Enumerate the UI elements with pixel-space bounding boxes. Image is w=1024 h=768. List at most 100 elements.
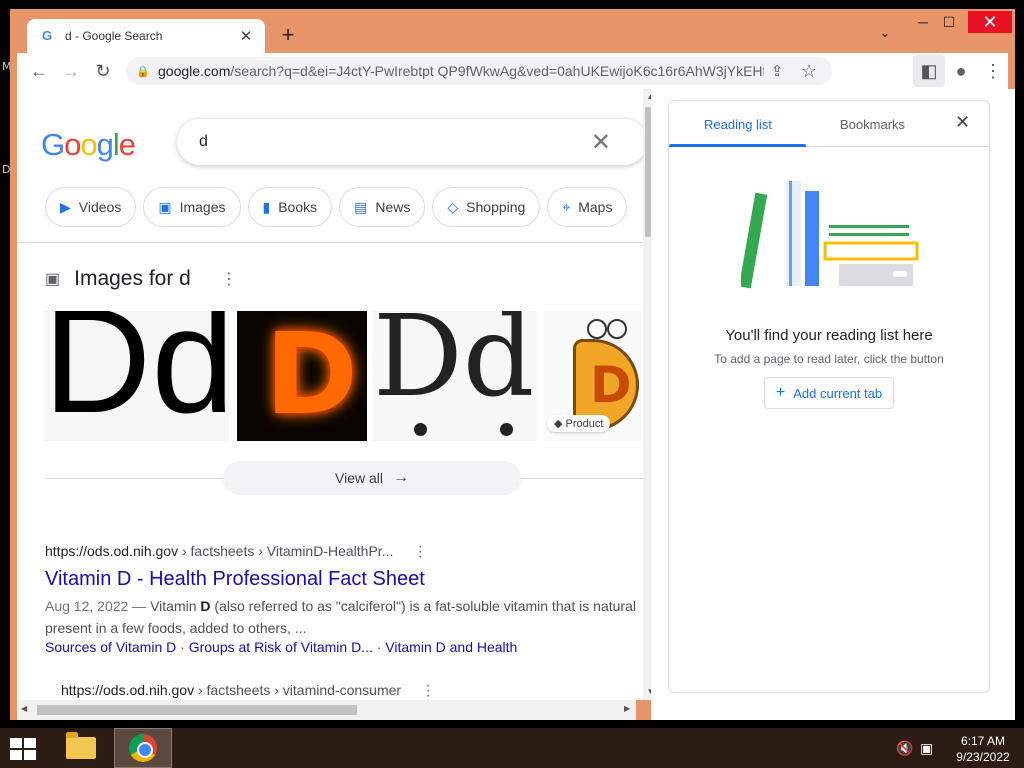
lock-icon[interactable]: 🔒 [136,65,150,78]
images-heading[interactable]: Images for d [74,267,191,291]
chip-label: Books [278,199,318,215]
shopping-icon: ◇ [447,198,459,215]
arrow-right-icon: → [393,469,409,486]
chip-news[interactable]: ▤ News [339,187,426,227]
side-panel-icon[interactable]: ◧ [913,55,945,87]
sitelink-separator: · [176,639,189,655]
tab-title: d - Google Search [65,29,163,43]
view-all-label: View all [335,470,383,486]
dot-mark [500,423,513,436]
logo-letter: e [118,127,136,162]
chip-label: Videos [78,199,122,215]
scrollbar-thumb[interactable] [37,705,357,715]
image-thumbnail[interactable]: D ◆ Product [543,311,643,441]
search-input[interactable]: d [199,133,591,151]
result-title-link[interactable]: Vitamin D - Health Professional Fact She… [45,568,425,591]
chip-label: Maps [578,199,613,215]
google-logo[interactable]: Google [41,127,136,163]
chrome-taskbar-button[interactable] [114,728,172,768]
sitelink[interactable]: Groups at Risk of Vitamin D... [189,639,373,655]
chip-label: News [375,199,411,215]
search-box[interactable]: d ✕ [177,119,647,165]
chip-maps[interactable]: ⌖ Maps [547,187,628,227]
snippet-bold: D [200,598,211,614]
result-cite[interactable]: https://ods.od.nih.gov › factsheets › vi… [61,682,435,699]
chip-label: Images [179,199,226,215]
scroll-left-icon[interactable]: ◀ [21,704,27,713]
chip-books[interactable]: ▮ Books [247,187,333,227]
taskbar: 🔇 ▣ 6:17 AM 9/23/2022 [0,728,1024,768]
product-badge: ◆ Product [547,415,611,432]
vertical-scrollbar[interactable]: ▲ ▼ [643,89,651,700]
windows-start-icon[interactable] [10,738,38,760]
sitelink[interactable]: Vitamin D and Health [385,639,517,655]
logo-letter: G [41,127,65,162]
taskbar-clock[interactable]: 6:17 AM 9/23/2022 [950,733,1016,765]
reload-icon[interactable]: ↻ [87,55,119,87]
sitelink[interactable]: Sources of Vitamin D [45,639,176,655]
snippet-text: Vitamin [150,598,201,614]
url-text[interactable]: google.com/search?q=d&ei=J4ctY-PwIrebtpt… [158,63,764,79]
horizontal-scrollbar[interactable]: ◀ ▶ [17,700,636,720]
result-host: https://ods.od.nih.gov [61,682,195,698]
scroll-down-icon[interactable]: ▼ [643,687,651,696]
file-explorer-taskbar-button[interactable] [52,728,110,768]
search-results-page: Google d ✕ ▶ Videos ▣ Images ▮ Books ▤ News ◇ Sho… [17,89,651,700]
side-panel: Reading list Bookmarks ✕ You'll find you… [651,89,1015,720]
new-tab-icon[interactable]: + [276,23,300,47]
back-icon[interactable]: ← [23,55,55,87]
cartoon-eye [587,319,607,339]
chip-images[interactable]: ▣ Images [143,187,241,227]
bookmark-star-icon[interactable]: ☆ [796,55,822,87]
chip-shopping[interactable]: ◇ Shopping [432,187,541,227]
news-icon: ▤ [354,198,368,215]
search-filter-chips: ▶ Videos ▣ Images ▮ Books ▤ News ◇ Shopping ⌖ Maps [45,187,628,227]
forward-icon[interactable]: → [55,55,87,87]
volume-muted-icon[interactable]: 🔇 [896,740,913,757]
clock-time: 6:17 AM [960,734,1006,748]
maximize-button[interactable]: ☐ [934,11,964,33]
images-icon: ▣ [158,198,172,215]
tab-reading-list[interactable]: Reading list [704,117,772,132]
plus-icon: + [775,384,786,401]
chip-videos[interactable]: ▶ Videos [45,187,137,227]
clear-search-icon[interactable]: ✕ [591,128,611,157]
address-bar[interactable]: 🔒 google.com/search?q=d&ei=J4ctY-PwIrebt… [126,57,832,85]
logo-letter: o [64,127,81,162]
result-cite[interactable]: https://ods.od.nih.gov › factsheets › Vi… [45,543,427,560]
side-panel-close-icon[interactable]: ✕ [955,112,970,133]
tab-bookmarks[interactable]: Bookmarks [840,117,905,132]
share-icon[interactable]: ⇪ [764,55,790,87]
google-favicon-icon: G [41,28,53,43]
thumbnail-letter: D [590,356,632,414]
thumbnail-letters: Dd [373,311,535,422]
scroll-up-icon[interactable]: ▲ [643,92,651,101]
clock-date: 9/23/2022 [956,750,1010,764]
tab-close-icon[interactable]: ✕ [237,27,255,45]
image-thumbnail[interactable]: Dd [45,311,229,441]
tab-search-chevron-icon[interactable]: ⌄ [876,25,894,43]
cartoon-eye [607,319,627,339]
image-thumbnails: Dd D Dd D ◆ Product [45,311,645,441]
view-all-button[interactable]: View all → [223,461,521,495]
result-more-icon[interactable]: ⋮ [413,543,427,559]
profile-icon[interactable]: ● [945,55,977,87]
result-more-icon[interactable]: ⋮ [421,682,435,698]
result-snippet-line1: Aug 12, 2022 — Vitamin D (also referred … [45,595,636,617]
add-current-tab-button[interactable]: + Add current tab [764,377,894,409]
menu-icon[interactable]: ⋮ [977,55,1009,87]
window-close-button[interactable]: ✕ [968,11,1012,33]
image-thumbnail[interactable]: D [237,311,367,441]
side-panel-tabs: Reading list Bookmarks ✕ [669,101,989,147]
more-options-icon[interactable]: ⋮ [221,269,237,289]
reading-list-card: Reading list Bookmarks ✕ You'll find you… [668,100,990,693]
folder-icon [66,732,96,759]
image-thumbnail[interactable]: Dd [373,311,537,441]
result-host: https://ods.od.nih.gov [45,543,179,559]
url-host: google.com [158,63,231,79]
scroll-right-icon[interactable]: ▶ [624,704,630,713]
tab-google-search[interactable]: G d - Google Search ✕ [27,19,265,53]
videos-icon: ▶ [60,198,71,215]
network-icon[interactable]: ▣ [920,740,933,757]
reading-list-empty-title: You'll find your reading list here [725,327,933,344]
